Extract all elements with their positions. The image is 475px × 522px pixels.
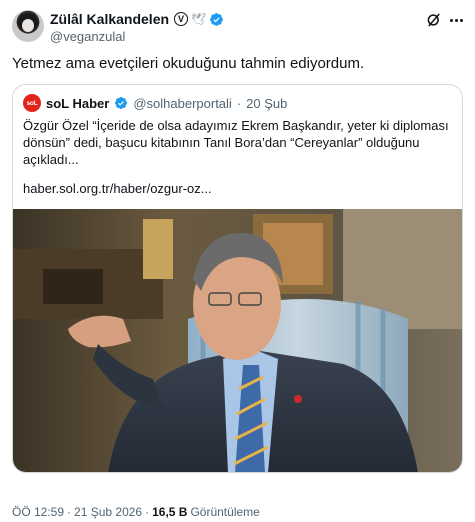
- tweet-time[interactable]: ÖÖ 12:59: [12, 505, 64, 519]
- views-label: Görüntüleme: [190, 505, 260, 519]
- quote-body: Özgür Özel “İçeride de olsa adayımız Ekr…: [23, 117, 453, 168]
- author-name-row: Zülâl Kalkandelen V 🕊: [50, 10, 224, 28]
- tweet: Zülâl Kalkandelen V 🕊 @veganzulal Yetmez…: [0, 0, 475, 522]
- author-avatar[interactable]: [12, 10, 44, 42]
- meta-separator: ·: [67, 505, 72, 519]
- quoted-tweet-card[interactable]: soL soL Haber @solhaberportali · 20 Şub …: [12, 84, 463, 473]
- views-count[interactable]: 16,5 B: [152, 505, 187, 519]
- quote-date: 20 Şub: [246, 95, 288, 111]
- quote-verified-badge-icon: [115, 97, 128, 109]
- author-display-name[interactable]: Zülâl Kalkandelen: [50, 11, 169, 27]
- tweet-date[interactable]: 21 Şub 2026: [74, 505, 142, 519]
- quote-link[interactable]: haber.sol.org.tr/haber/ozgur-oz...: [23, 181, 212, 196]
- bird-emoji-icon: 🕊: [191, 12, 207, 26]
- meta-separator: ·: [145, 505, 150, 519]
- tweet-meta: ÖÖ 12:59 · 21 Şub 2026 · 16,5 B Görüntül…: [12, 505, 260, 519]
- quote-author-name: soL Haber: [46, 95, 110, 111]
- quote-author-handle: @solhaberportali: [133, 95, 232, 111]
- quote-photo[interactable]: [13, 209, 462, 473]
- author-handle[interactable]: @veganzulal: [50, 29, 125, 44]
- grok-icon[interactable]: [425, 11, 443, 29]
- quote-body-line: Özgür Özel “İçeride de olsa adayımız Ekr…: [23, 118, 449, 133]
- verified-badge-icon[interactable]: [209, 12, 224, 27]
- tweet-text: Yetmez ama evetçileri okuduğunu tahmin e…: [12, 55, 365, 72]
- quote-separator: ·: [236, 95, 242, 111]
- sol-haber-logo-icon: soL: [23, 94, 41, 112]
- quote-body-line: dönsün” dedi, başucu kitabının Tanıl Bor…: [23, 135, 420, 150]
- vegan-badge-icon: V: [174, 12, 189, 26]
- more-options-icon[interactable]: [448, 12, 464, 28]
- quote-header: soL soL Haber @solhaberportali · 20 Şub: [23, 94, 288, 112]
- quote-body-line: açıkladı...: [23, 152, 79, 167]
